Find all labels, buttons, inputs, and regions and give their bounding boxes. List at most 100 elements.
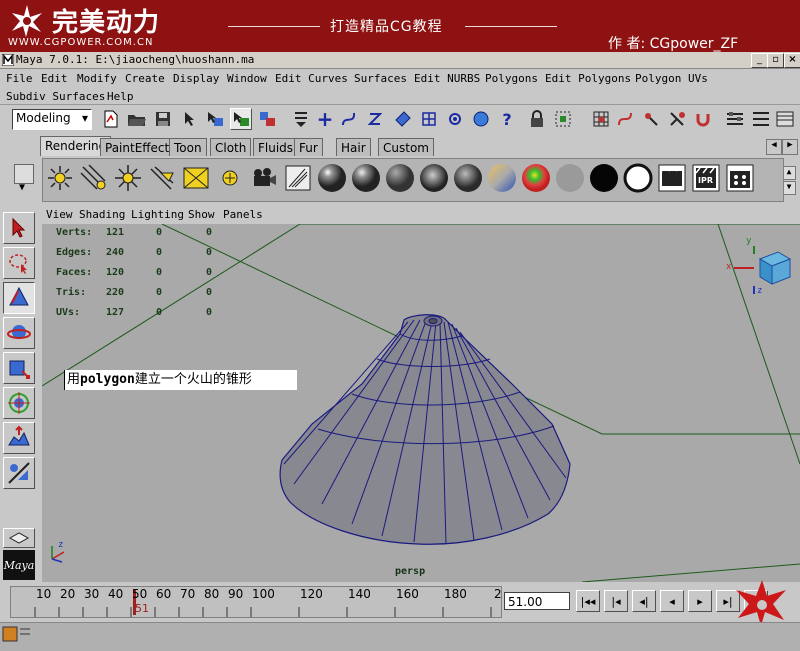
spot-light-icon[interactable]	[145, 161, 179, 195]
use-background-icon[interactable]	[621, 161, 655, 195]
point-light-icon[interactable]	[111, 161, 145, 195]
magnet-icon[interactable]	[692, 108, 714, 130]
surface-shader-icon[interactable]	[587, 161, 621, 195]
area-light-icon[interactable]	[179, 161, 213, 195]
close-button[interactable]: ×	[784, 53, 800, 68]
panel-menu-lighting[interactable]: Lighting	[131, 208, 184, 221]
menu-polygon-uvs[interactable]: Polygon UVs	[635, 72, 708, 85]
minimize-button[interactable]: _	[751, 53, 768, 68]
phong-sphere-icon[interactable]	[349, 161, 383, 195]
phong-e-sphere-icon[interactable]	[451, 161, 485, 195]
panel-menu-shading[interactable]: Shading	[79, 208, 125, 221]
lock-icon[interactable]	[526, 108, 548, 130]
menu-edit-nurbs[interactable]: Edit NURBS	[414, 72, 480, 85]
channel-box-icon[interactable]	[774, 108, 796, 130]
hud-tris-uv: 0	[206, 287, 213, 298]
shading-map-icon[interactable]	[553, 161, 587, 195]
step-back-frame-button[interactable]: ◂|	[632, 590, 656, 612]
render-globals-icon[interactable]	[723, 161, 757, 195]
menu-edit[interactable]: Edit	[41, 72, 68, 85]
render-region-icon[interactable]	[552, 108, 574, 130]
maximize-button[interactable]: ▫	[767, 53, 784, 68]
shelf-options-icon[interactable]	[14, 164, 34, 184]
lasso-tool-icon[interactable]	[3, 247, 35, 279]
menu-display[interactable]: Display	[173, 72, 219, 85]
shelf-scroll-down-icon[interactable]: ▼	[782, 181, 796, 195]
render-grid-icon[interactable]	[590, 108, 612, 130]
tab-custom[interactable]: Custom	[378, 138, 434, 156]
tab-toon[interactable]: Toon	[169, 138, 207, 156]
soft-mod-tool-icon[interactable]	[3, 422, 35, 454]
help-question-icon[interactable]: ?	[496, 108, 518, 130]
menu-file[interactable]: File	[6, 72, 33, 85]
panel-menu-show[interactable]: Show	[188, 208, 215, 221]
banner-divider-right	[465, 26, 557, 27]
render-view-icon[interactable]	[281, 161, 315, 195]
render-batch-icon[interactable]	[666, 108, 688, 130]
select-object-icon[interactable]	[204, 108, 226, 130]
menu-subdiv-surfaces[interactable]: Subdiv Surfaces	[6, 90, 105, 103]
open-scene-icon[interactable]	[126, 108, 148, 130]
snap-to-grid-icon[interactable]: +	[314, 107, 336, 131]
ramp-shader-icon[interactable]	[519, 161, 553, 195]
shelf-tab-scroll-left-icon[interactable]: ◀	[766, 139, 782, 155]
current-frame-field[interactable]: 51.00	[504, 592, 570, 610]
menu-create[interactable]: Create	[125, 72, 165, 85]
move-tool-icon[interactable]	[3, 282, 35, 314]
render-point-icon[interactable]	[640, 108, 662, 130]
select-hierarchy-icon[interactable]	[180, 108, 202, 130]
directional-light-icon[interactable]	[77, 161, 111, 195]
menu-polygons[interactable]: Polygons	[485, 72, 538, 85]
snap-to-point-icon[interactable]	[364, 108, 386, 130]
shelf-tab-scroll-right-icon[interactable]: ▶	[782, 139, 798, 155]
menu-modify[interactable]: Modify	[77, 72, 117, 85]
menu-help[interactable]: Help	[107, 90, 134, 103]
new-scene-icon[interactable]	[100, 108, 122, 130]
selection-options-icon[interactable]	[290, 108, 312, 130]
anisotropic-sphere-icon[interactable]	[417, 161, 451, 195]
lambert-sphere-icon[interactable]	[383, 161, 417, 195]
menu-edit-curves[interactable]: Edit Curves	[275, 72, 348, 85]
render-curve-icon[interactable]	[614, 108, 636, 130]
ambient-light-icon[interactable]	[43, 161, 77, 195]
save-scene-icon[interactable]	[152, 108, 174, 130]
panel-menu-panels[interactable]: Panels	[223, 208, 263, 221]
show-manipulator-tool-icon[interactable]	[3, 457, 35, 489]
tab-cloth[interactable]: Cloth	[210, 138, 252, 156]
menu-window[interactable]: Window	[227, 72, 267, 85]
shelf-menu-chevron-icon[interactable]: ▼	[10, 182, 34, 196]
mode-select[interactable]: Modeling ▾	[12, 109, 92, 130]
tool-settings-icon[interactable]	[750, 108, 772, 130]
tab-hair[interactable]: Hair	[336, 138, 371, 156]
taskbar-app-icon[interactable]	[2, 624, 32, 644]
layered-shader-icon[interactable]	[485, 161, 519, 195]
camera-icon[interactable]	[247, 161, 281, 195]
step-back-key-button[interactable]: |◂	[604, 590, 628, 612]
manipulator-tool-icon[interactable]	[3, 387, 35, 419]
menu-edit-polygons[interactable]: Edit Polygons	[545, 72, 631, 85]
menu-surfaces[interactable]: Surfaces	[354, 72, 407, 85]
panel-menu-view[interactable]: View	[46, 208, 73, 221]
go-to-start-button[interactable]: |◂◂	[576, 590, 600, 612]
play-backwards-button[interactable]: ◂	[660, 590, 684, 612]
tab-fluids[interactable]: Fluids	[253, 138, 299, 156]
rotate-tool-icon[interactable]	[3, 317, 35, 349]
select-tool-icon[interactable]	[3, 212, 35, 244]
select-by-mask-icon[interactable]	[256, 108, 278, 130]
volume-light-icon[interactable]	[213, 161, 247, 195]
layout-single-pane-icon[interactable]	[3, 528, 35, 548]
shelf-scroll-up-icon[interactable]: ▲	[782, 166, 796, 180]
render-current-frame-icon[interactable]	[655, 161, 689, 195]
snap-to-view-plane-icon[interactable]	[418, 108, 440, 130]
blinn-sphere-icon[interactable]	[315, 161, 349, 195]
history-sphere-icon[interactable]	[470, 108, 492, 130]
scale-tool-icon[interactable]	[3, 352, 35, 384]
snap-to-surface-icon[interactable]	[392, 108, 414, 130]
make-live-icon[interactable]	[444, 108, 466, 130]
snap-to-curve-icon[interactable]	[338, 108, 360, 130]
attribute-editor-icon[interactable]	[724, 108, 746, 130]
select-component-icon[interactable]	[230, 108, 252, 130]
tab-fur[interactable]: Fur	[294, 138, 323, 156]
ipr-render-icon[interactable]: IPR	[689, 161, 723, 195]
play-forwards-button[interactable]: ▸	[688, 590, 712, 612]
